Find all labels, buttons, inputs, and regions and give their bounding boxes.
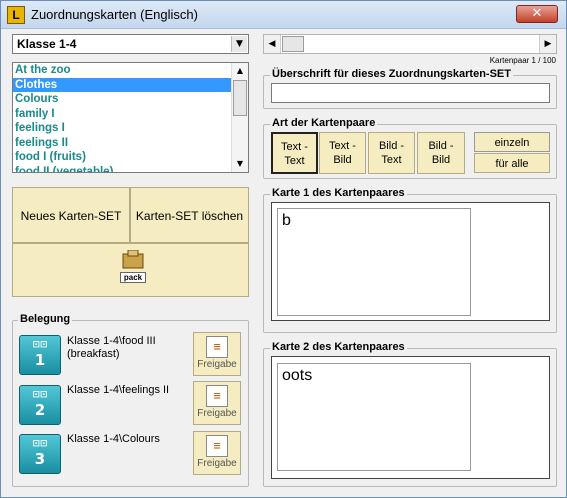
type-image-image-button[interactable]: Bild - Bild: [417, 132, 465, 174]
slot-1-label: Klasse 1-4\food III (breakfast): [67, 335, 156, 360]
slot-number: 2: [34, 401, 46, 419]
card2-text-input[interactable]: oots: [277, 363, 471, 471]
card1-text-input[interactable]: b: [277, 208, 471, 316]
title-bar: L Zuordnungskarten (Englisch) ✕: [1, 1, 566, 29]
class-dropdown-value: Klasse 1-4: [17, 37, 77, 51]
card-pair-counter: Kartenpaar 1 / 100: [489, 56, 556, 65]
release-label: Freigabe: [197, 359, 237, 370]
single-button[interactable]: einzeln: [474, 132, 550, 152]
list-item[interactable]: At the zoo: [13, 63, 231, 78]
pack-button[interactable]: pack: [12, 243, 249, 297]
card1-group-label: Karte 1 des Kartenpaares: [270, 187, 407, 199]
for-all-button[interactable]: für alle: [474, 153, 550, 173]
new-set-button[interactable]: Neues Karten-SET: [12, 187, 130, 243]
card-type-group-label: Art der Kartenpaare: [270, 117, 378, 129]
window-title: Zuordnungskarten (Englisch): [31, 7, 198, 22]
slot-3-button[interactable]: ⊡⊡ 3: [19, 434, 61, 474]
slot-number: 1: [34, 351, 46, 369]
scroll-right-icon[interactable]: ▶: [539, 35, 556, 53]
list-item[interactable]: Colours: [13, 92, 231, 107]
type-text-image-button[interactable]: Text - Bild: [319, 132, 366, 174]
slot-1-button[interactable]: ⊡⊡ 1: [19, 335, 61, 375]
type-text-text-button[interactable]: Text - Text: [271, 132, 318, 174]
pack-label: pack: [120, 272, 146, 283]
option-label: Bild: [333, 154, 352, 166]
app-window: L Zuordnungskarten (Englisch) ✕ Klasse 1…: [0, 0, 567, 498]
slot-2-label: Klasse 1-4\feelings II: [67, 384, 170, 396]
list-item[interactable]: feelings II: [13, 136, 231, 151]
delete-set-button[interactable]: Karten-SET löschen: [130, 187, 249, 243]
option-label: Bild -: [428, 140, 454, 152]
pack-icon: pack: [120, 249, 146, 283]
box-icon: [122, 249, 144, 269]
class-dropdown[interactable]: Klasse 1-4 ▼: [12, 34, 249, 54]
document-icon: ≡: [206, 385, 228, 407]
card2-frame: oots: [271, 356, 550, 479]
slot-1-release-button[interactable]: ≡ Freigabe: [193, 332, 241, 376]
app-icon: L: [7, 6, 25, 24]
list-scroll-thumb[interactable]: [233, 80, 247, 116]
option-label: Text: [284, 155, 305, 167]
list-item[interactable]: feelings I: [13, 121, 231, 136]
option-label: Text: [381, 154, 402, 166]
type-image-text-button[interactable]: Bild - Text: [368, 132, 415, 174]
heading-group-label: Überschrift für dieses Zuordnungskarten-…: [270, 68, 513, 80]
card-set-list[interactable]: At the zoo Clothes Colours family I feel…: [12, 62, 249, 173]
assignment-group-label: Belegung: [18, 313, 73, 325]
release-label: Freigabe: [197, 458, 237, 469]
slot-number: 3: [34, 450, 46, 468]
set-heading-input[interactable]: [271, 83, 550, 103]
slot-3-release-button[interactable]: ≡ Freigabe: [193, 431, 241, 475]
release-label: Freigabe: [197, 408, 237, 419]
chevron-down-icon[interactable]: ▼: [231, 36, 247, 52]
cards-icon: ⊡⊡: [32, 390, 48, 400]
card2-group-label: Karte 2 des Kartenpaares: [270, 341, 407, 353]
cards-icon: ⊡⊡: [32, 340, 48, 350]
list-scrollbar[interactable]: ▲ ▼: [231, 63, 248, 172]
slot-2-release-button[interactable]: ≡ Freigabe: [193, 381, 241, 425]
slot-2-button[interactable]: ⊡⊡ 2: [19, 385, 61, 425]
close-button[interactable]: ✕: [516, 5, 558, 23]
option-label: Text -: [281, 141, 308, 153]
card-pair-scrollbar[interactable]: ◀ ▶: [263, 34, 557, 54]
list-item[interactable]: food I (fruits): [13, 150, 231, 165]
list-item[interactable]: food II (vegetable): [13, 165, 231, 173]
card1-frame: b: [271, 202, 550, 321]
option-label: Text -: [329, 140, 356, 152]
scroll-left-icon[interactable]: ◀: [264, 35, 281, 53]
scroll-up-icon[interactable]: ▲: [232, 63, 248, 79]
option-label: Bild: [431, 154, 451, 166]
slot-3-label: Klasse 1-4\Colours: [67, 433, 160, 445]
list-item-selected[interactable]: Clothes: [13, 77, 231, 92]
document-icon: ≡: [206, 435, 228, 457]
scroll-down-icon[interactable]: ▼: [232, 156, 248, 172]
scroll-thumb[interactable]: [282, 36, 304, 52]
document-icon: ≡: [206, 336, 228, 358]
option-label: Bild -: [378, 140, 405, 152]
list-item[interactable]: family I: [13, 107, 231, 122]
cards-icon: ⊡⊡: [32, 439, 48, 449]
